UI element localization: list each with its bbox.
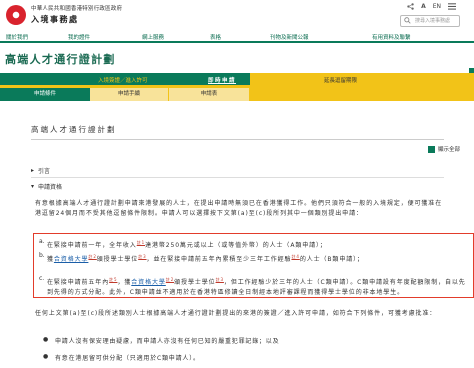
content-divider <box>31 139 444 140</box>
tab-procedures[interactable]: 申請手續 <box>90 88 168 101</box>
footnote-4-link[interactable]: 註4 <box>291 254 299 259</box>
expand-all-label: 顯示全部 <box>437 147 460 153</box>
eligible-universities-link-2[interactable]: 合資格大學 <box>131 279 166 286</box>
tab-application-forms[interactable]: 申請表 <box>169 88 249 101</box>
subtab-entry-permit[interactable]: 入境簽證／進入許可 即時申請 <box>90 73 250 85</box>
expand-all-button[interactable]: 顯示全部 <box>427 145 460 153</box>
footnote-3-link[interactable]: 註3 <box>138 254 146 259</box>
condition-item-1: 申請人沒有保安理由疑慮，而申請人亦沒有任何已知的嚴重犯罪記錄；以及 <box>55 338 280 345</box>
nav-publications[interactable]: 刊物及新聞公報 <box>270 34 309 42</box>
item-b-label: b. <box>39 252 45 259</box>
search-icon <box>404 17 411 28</box>
hksar-emblem-icon <box>6 4 26 25</box>
subtab-extension-label: 延長逗留期限 <box>324 78 358 84</box>
section-eligibility-label: 申請資格 <box>38 184 63 191</box>
tab-eligibility[interactable]: 申請條件 <box>0 88 90 101</box>
expand-icon <box>427 145 435 153</box>
condition-item-2: 有意在港居留可供分配（只適用於C類申請人）。 <box>55 355 200 362</box>
content-title: 高端人才通行證計劃 <box>31 125 117 134</box>
font-size-icon[interactable]: A <box>421 3 426 10</box>
footnote-2-link-2[interactable]: 註2 <box>166 277 174 282</box>
share-icon[interactable] <box>407 3 414 10</box>
footnote-1-link[interactable]: 註1 <box>137 240 145 245</box>
footnote-3-link-2[interactable]: 註3 <box>216 277 224 282</box>
department-name: 入境事務處 <box>31 15 79 24</box>
bullet-dot: ● <box>43 353 49 360</box>
content-tabs: 申請條件 申請手續 申請表 <box>0 85 474 101</box>
chevron-down-icon: ▾ <box>31 183 35 190</box>
site-header: 中華人民共和國香港特別行政區政府 入境事務處 A EN 搜尋入境事務處 <box>0 0 474 33</box>
eligibility-intro-paragraph: 有意根據高端人才通行證計劃申請來港發展的人士，在提出申請時無須已在香港獲得工作。… <box>35 200 443 217</box>
eligible-universities-link[interactable]: 合資格大學 <box>54 256 89 263</box>
section-intro-label: 引言 <box>38 168 51 175</box>
government-name: 中華人民共和國香港特別行政區政府 <box>31 6 123 12</box>
menu-icon[interactable] <box>448 3 456 10</box>
search-placeholder: 搜尋入境事務處 <box>415 18 451 24</box>
item-a-label: a. <box>39 238 45 245</box>
section-intro-toggle[interactable]: ▸ 引言 <box>31 166 50 175</box>
main-navigation: 關於我們 我的證件 網上服務 表格 刊物及新聞公報 有用資料及聯繫 <box>0 33 474 43</box>
item-a-text: 在緊接申請前一年，全年收入註1達港幣250萬元或以上（或等值外幣）的人士（A類申… <box>47 240 327 249</box>
language-switch[interactable]: EN <box>433 3 441 10</box>
nav-online-services[interactable]: 網上服務 <box>142 34 164 42</box>
department-logo[interactable]: 中華人民共和國香港特別行政區政府 入境事務處 <box>6 4 122 25</box>
nav-about-us[interactable]: 關於我們 <box>6 34 28 42</box>
nav-my-documents[interactable]: 我的證件 <box>68 34 90 42</box>
utility-bar: A EN <box>407 3 456 10</box>
item-b-text: 獲合資格大學註2頒授學士學位註3，並在緊接申請前五年內累積至少三年工作經驗註4的… <box>47 254 364 263</box>
chevron-right-icon: ▸ <box>31 167 35 174</box>
search-input[interactable]: 搜尋入境事務處 <box>400 15 460 27</box>
item-c-text: 在緊接申請前五年內註5，獲合資格大學註2頒授學士學位註3，但工作經驗少於三年的人… <box>47 277 466 296</box>
item-c-label: c. <box>39 275 45 282</box>
section-eligibility-toggle[interactable]: ▾ 申請資格 <box>31 182 62 191</box>
nav-useful-info[interactable]: 有用資料及聯繫 <box>372 34 411 42</box>
nav-forms[interactable]: 表格 <box>210 34 221 42</box>
page-title: 高端人才通行證計劃 <box>5 53 116 66</box>
bullet-dot: ● <box>43 336 49 343</box>
subtab-extension[interactable]: 延長逗留期限 <box>250 73 474 85</box>
subtab-entry-label: 入境簽證／進入許可 <box>98 78 148 84</box>
subtab-current-label[interactable]: 即時申請 <box>208 76 236 84</box>
service-subtabs: 入境簽證／進入許可 即時申請 延長逗留期限 <box>0 73 474 85</box>
conditions-paragraph: 任何上文第(a)至(c)段所述類別人士根據高端人才通行證計劃提出的來港的簽證／進… <box>35 310 437 317</box>
section-divider <box>31 177 444 178</box>
footnote-2-link[interactable]: 註2 <box>88 254 96 259</box>
